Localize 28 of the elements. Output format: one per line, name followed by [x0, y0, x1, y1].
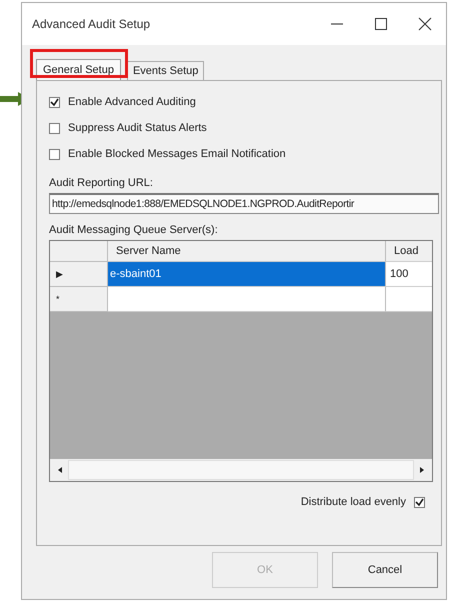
tab[interactable]: Events Setup	[126, 61, 204, 80]
checkbox[interactable]	[49, 148, 60, 160]
table-cell[interactable]: e-sbaint01	[108, 262, 386, 287]
window-title: Advanced Audit Setup	[32, 17, 150, 31]
checkbox[interactable]	[49, 122, 60, 134]
column-header[interactable]: Load	[386, 241, 432, 262]
cancel-button[interactable]: Cancel	[332, 552, 438, 588]
checkbox-label: Enable Blocked Messages Email Notification	[68, 148, 286, 160]
maximize-icon[interactable]	[374, 17, 388, 31]
table-cell[interactable]	[108, 287, 386, 312]
column-header[interactable]: Server Name	[108, 241, 386, 262]
horizontal-scrollbar[interactable]	[50, 459, 432, 481]
table-cell[interactable]: 100	[386, 262, 432, 287]
checkbox[interactable]	[49, 96, 60, 108]
url-field[interactable]: http://emedsqlnode1:888/EMEDSQLNODE1.NGPROD.AuditReportir	[49, 193, 439, 214]
checkbox[interactable]	[414, 496, 425, 508]
checkbox-label: Distribute load evenly	[300, 496, 406, 508]
scroll-right-icon[interactable]	[418, 466, 426, 474]
row-indicator[interactable]: ▶	[50, 262, 108, 287]
queue-label: Audit Messaging Queue Server(s):	[49, 224, 219, 236]
close-icon[interactable]	[418, 17, 432, 31]
checkbox-label: Suppress Audit Status Alerts	[68, 122, 207, 134]
corner-header	[50, 241, 108, 262]
scroll-left-icon[interactable]	[56, 466, 64, 474]
row-indicator[interactable]: *	[50, 287, 108, 312]
url-label: Audit Reporting URL:	[49, 177, 154, 189]
checkbox-label: Enable Advanced Auditing	[68, 96, 196, 108]
table-cell[interactable]	[386, 287, 432, 312]
